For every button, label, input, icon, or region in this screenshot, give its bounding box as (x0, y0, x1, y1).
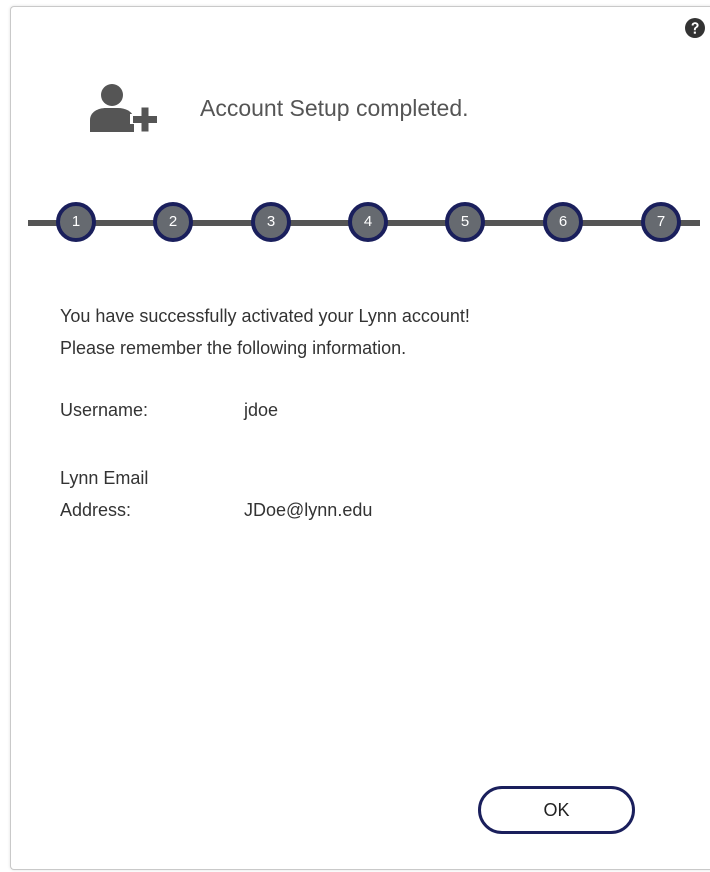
email-label-line-2: Address: (60, 500, 132, 520)
step-1: 1 (56, 202, 96, 242)
step-3: 3 (251, 202, 291, 242)
username-value: jdoe (244, 400, 279, 420)
step-6: 6 (543, 202, 583, 242)
success-message-line-1: You have successfully activated your Lyn… (60, 306, 470, 326)
success-message: You have successfully activated your Lyn… (60, 300, 470, 364)
step-5: 5 (445, 202, 485, 242)
email-label-line-1: Lynn Email (60, 468, 149, 488)
step-2: 2 (153, 202, 193, 242)
step-7: 7 (641, 202, 681, 242)
success-message-line-2: Please remember the following informatio… (60, 338, 407, 358)
dialog-header: Account Setup completed. (0, 0, 710, 200)
user-plus-icon (90, 84, 158, 133)
step-4: 4 (348, 202, 388, 242)
username-label: Username: (60, 400, 149, 420)
page-title: Account Setup completed. (200, 95, 469, 121)
email-value: JDoe@lynn.edu (244, 500, 373, 520)
ok-button[interactable]: OK (478, 786, 635, 834)
